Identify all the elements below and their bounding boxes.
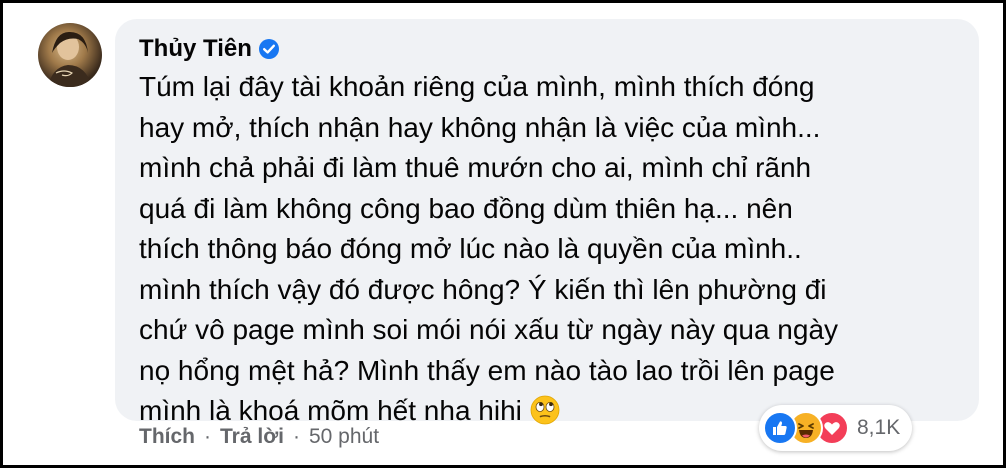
- like-icon: [763, 411, 797, 445]
- comment-line: quá đi làm không công bao đồng dùm thiên…: [139, 192, 793, 224]
- comment-line: mình thích vậy đó được hông? Ý kiến thì …: [139, 273, 827, 305]
- comment-line: Túm lại đây tài khoản riêng của mình, mì…: [139, 71, 815, 102]
- avatar[interactable]: [38, 23, 102, 87]
- reactions-summary[interactable]: 8,1K: [759, 405, 913, 451]
- comment-line: mình chả phải đi làm thuê mướn cho ai, m…: [139, 152, 812, 183]
- separator-dot: ·: [292, 425, 300, 448]
- reaction-count: 8,1K: [857, 416, 901, 439]
- comment-line: nọ hổng mệt hả? Mình thấy em nào tào lao…: [139, 354, 835, 386]
- comment-text: Túm lại đây tài khoản riêng của mình, mì…: [139, 67, 959, 432]
- comment-line: mình là khoá mõm hết nha hihi: [139, 395, 522, 426]
- comment-actions: Thích · Trả lời · 50 phút: [139, 425, 379, 449]
- face-with-rolling-eyes-emoji-icon: [530, 395, 560, 425]
- avatar-photo: [48, 31, 92, 87]
- author-name[interactable]: Thủy Tiên: [139, 35, 252, 63]
- separator-dot: ·: [204, 425, 211, 448]
- reply-link[interactable]: Trả lời: [220, 425, 284, 449]
- verified-badge-icon: [258, 39, 279, 59]
- comment-line: chứ vô page mình soi mói nói xấu từ ngày…: [139, 314, 839, 345]
- comment-author: Thủy Tiên: [139, 33, 955, 65]
- comment-line: hay mở, thích nhận hay không nhận là việ…: [139, 111, 821, 143]
- comment-line: thích thông báo đóng mở lúc nào là quyền…: [139, 233, 802, 264]
- timestamp[interactable]: 50 phút: [309, 425, 379, 449]
- comment-bubble: Thủy Tiên Túm lại đây tài khoản riêng củ…: [115, 19, 979, 426]
- like-link[interactable]: Thích: [139, 425, 195, 449]
